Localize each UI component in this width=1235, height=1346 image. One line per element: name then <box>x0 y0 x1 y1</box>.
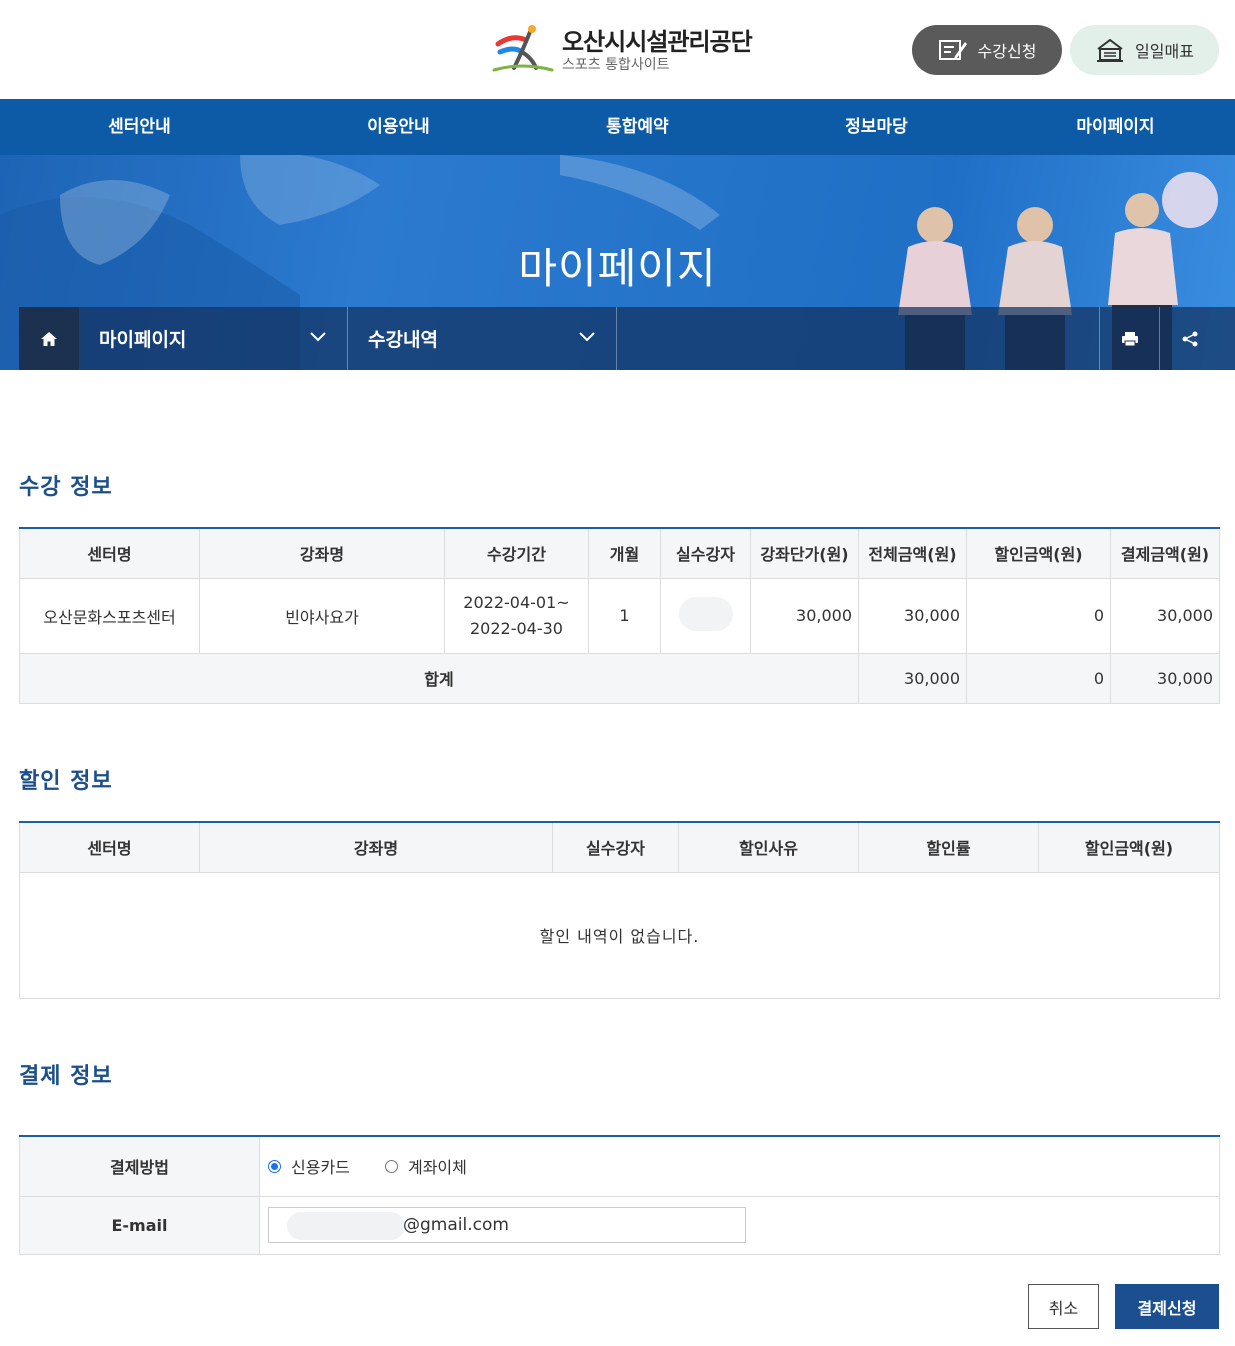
payment-cell: 30,000 <box>1110 577 1220 654</box>
share-button[interactable] <box>1159 307 1219 370</box>
submit-payment-button[interactable]: 결제신청 <box>1115 1284 1219 1329</box>
depth1-dropdown[interactable]: 마이페이지 <box>79 307 348 370</box>
depth1-label: 마이페이지 <box>99 329 187 351</box>
course-info-title: 수강 정보 <box>19 475 113 500</box>
logo-mark-icon <box>492 25 554 72</box>
empty-message: 할인 내역이 없습니다. <box>19 871 1220 999</box>
col-header: 할인사유 <box>678 822 859 873</box>
period-cell: 2022-04-01~ 2022-04-30 <box>444 577 589 654</box>
enroll-button-label: 수강신청 <box>977 42 1037 61</box>
email-value: @gmail.com <box>403 1215 509 1235</box>
chevron-down-icon <box>310 332 326 342</box>
discount-info-title: 할인 정보 <box>19 769 113 794</box>
radio-circle[interactable] <box>384 1159 398 1173</box>
masked-email-user <box>287 1212 405 1240</box>
col-header: 실수강자 <box>660 528 751 579</box>
course-info-table: 센터명 강좌명 수강기간 개월 실수강자 강좌단가(원) 전체금액(원) 할인금… <box>19 527 1220 704</box>
page-title: 마이페이지 <box>518 244 717 293</box>
table-row: 오산문화스포츠센터 빈야사요가 2022-04-01~ 2022-04-30 1… <box>19 577 1220 654</box>
sum-row: 합계 30,000 0 30,000 <box>19 652 1220 704</box>
sum-label: 합계 <box>19 652 859 704</box>
col-header: 강좌명 <box>199 822 553 873</box>
attendee-cell <box>660 577 751 654</box>
radio-bank-transfer[interactable]: 계좌이체 <box>384 1154 467 1178</box>
period-start: 2022-04-01~ <box>463 592 570 612</box>
email-label: E-mail <box>19 1195 260 1255</box>
print-button[interactable] <box>1099 307 1159 370</box>
payment-method-cell: 신용카드 계좌이체 <box>259 1135 1220 1197</box>
nav-item-usage-info[interactable]: 이용안내 <box>279 99 518 155</box>
radio-credit-card[interactable]: 신용카드 <box>268 1154 350 1178</box>
email-field[interactable]: @gmail.com <box>268 1207 746 1243</box>
print-icon <box>1121 331 1138 346</box>
site-logo[interactable]: 오산시시설관리공단 스포츠 통합사이트 <box>492 20 762 76</box>
table-header-row: 센터명 강좌명 수강기간 개월 실수강자 강좌단가(원) 전체금액(원) 할인금… <box>19 528 1220 579</box>
col-header: 실수강자 <box>552 822 679 873</box>
radio-circle-checked[interactable] <box>268 1159 281 1173</box>
unit-price-cell: 30,000 <box>750 577 859 654</box>
edit-note-icon <box>938 40 967 60</box>
cancel-button[interactable]: 취소 <box>1028 1284 1099 1329</box>
col-header: 강좌명 <box>199 528 445 579</box>
site-header: 오산시시설관리공단 스포츠 통합사이트 수강신청 일일매표 <box>0 0 1235 99</box>
col-header: 개월 <box>588 528 661 579</box>
main-nav: 센터안내 이용안내 통합예약 정보마당 마이페이지 <box>0 99 1235 155</box>
daily-ticket-button-label: 일일매표 <box>1135 42 1194 61</box>
share-icon <box>1182 331 1197 346</box>
col-header: 센터명 <box>19 528 200 579</box>
payment-info-table: 결제방법 신용카드 계좌이체 E-mail @gmail.com <box>19 1135 1220 1255</box>
table-header-row: 센터명 강좌명 실수강자 할인사유 할인률 할인금액(원) <box>19 822 1220 873</box>
nav-item-mypage[interactable]: 마이페이지 <box>996 99 1235 155</box>
col-header: 센터명 <box>19 822 200 873</box>
ticket-office-icon <box>1097 38 1124 62</box>
daily-ticket-button[interactable]: 일일매표 <box>1070 25 1219 75</box>
home-button[interactable] <box>19 307 79 370</box>
location-bar: 마이페이지 수강내역 <box>19 307 1235 370</box>
email-cell: @gmail.com <box>259 1195 1220 1255</box>
total-cell: 30,000 <box>858 577 967 654</box>
radio-label: 계좌이체 <box>407 1158 467 1178</box>
depth2-dropdown[interactable]: 수강내역 <box>348 307 617 370</box>
payment-method-row: 결제방법 신용카드 계좌이체 <box>19 1135 1220 1197</box>
discount-cell: 0 <box>966 577 1111 654</box>
payment-method-label: 결제방법 <box>19 1136 260 1197</box>
sum-total: 30,000 <box>858 652 967 704</box>
discount-info-table: 센터명 강좌명 실수강자 할인사유 할인률 할인금액(원) 할인 내역이 없습니… <box>19 821 1220 999</box>
depth2-label: 수강내역 <box>368 329 438 351</box>
nav-item-reservation[interactable]: 통합예약 <box>518 99 757 155</box>
site-name: 스포츠 통합사이트 <box>562 57 670 73</box>
empty-row: 할인 내역이 없습니다. <box>19 871 1220 999</box>
months-cell: 1 <box>588 577 661 654</box>
period-end: 2022-04-30 <box>470 618 563 638</box>
payment-info-title: 결제 정보 <box>19 1064 113 1089</box>
radio-label: 신용카드 <box>291 1158 350 1178</box>
org-name: 오산시시설관리공단 <box>562 28 753 56</box>
email-row: E-mail @gmail.com <box>19 1195 1220 1255</box>
col-header: 전체금액(원) <box>858 528 967 579</box>
enroll-button[interactable]: 수강신청 <box>912 25 1062 75</box>
home-icon <box>41 331 57 346</box>
col-header: 할인금액(원) <box>1038 822 1220 873</box>
col-header: 결제금액(원) <box>1110 528 1220 579</box>
masked-name <box>678 596 733 631</box>
center-cell: 오산문화스포츠센터 <box>19 577 200 654</box>
course-cell: 빈야사요가 <box>199 577 445 654</box>
sum-payment: 30,000 <box>1110 652 1220 704</box>
nav-item-info-board[interactable]: 정보마당 <box>757 99 996 155</box>
sub-visual-banner: 마이페이지 마이페이지 수강내역 <box>0 155 1235 370</box>
col-header: 할인금액(원) <box>966 528 1111 579</box>
col-header: 할인률 <box>858 822 1039 873</box>
col-header: 수강기간 <box>444 528 589 579</box>
sum-discount: 0 <box>966 652 1111 704</box>
chevron-down-icon <box>579 332 595 342</box>
nav-item-center-info[interactable]: 센터안내 <box>0 99 279 155</box>
col-header: 강좌단가(원) <box>750 528 859 579</box>
